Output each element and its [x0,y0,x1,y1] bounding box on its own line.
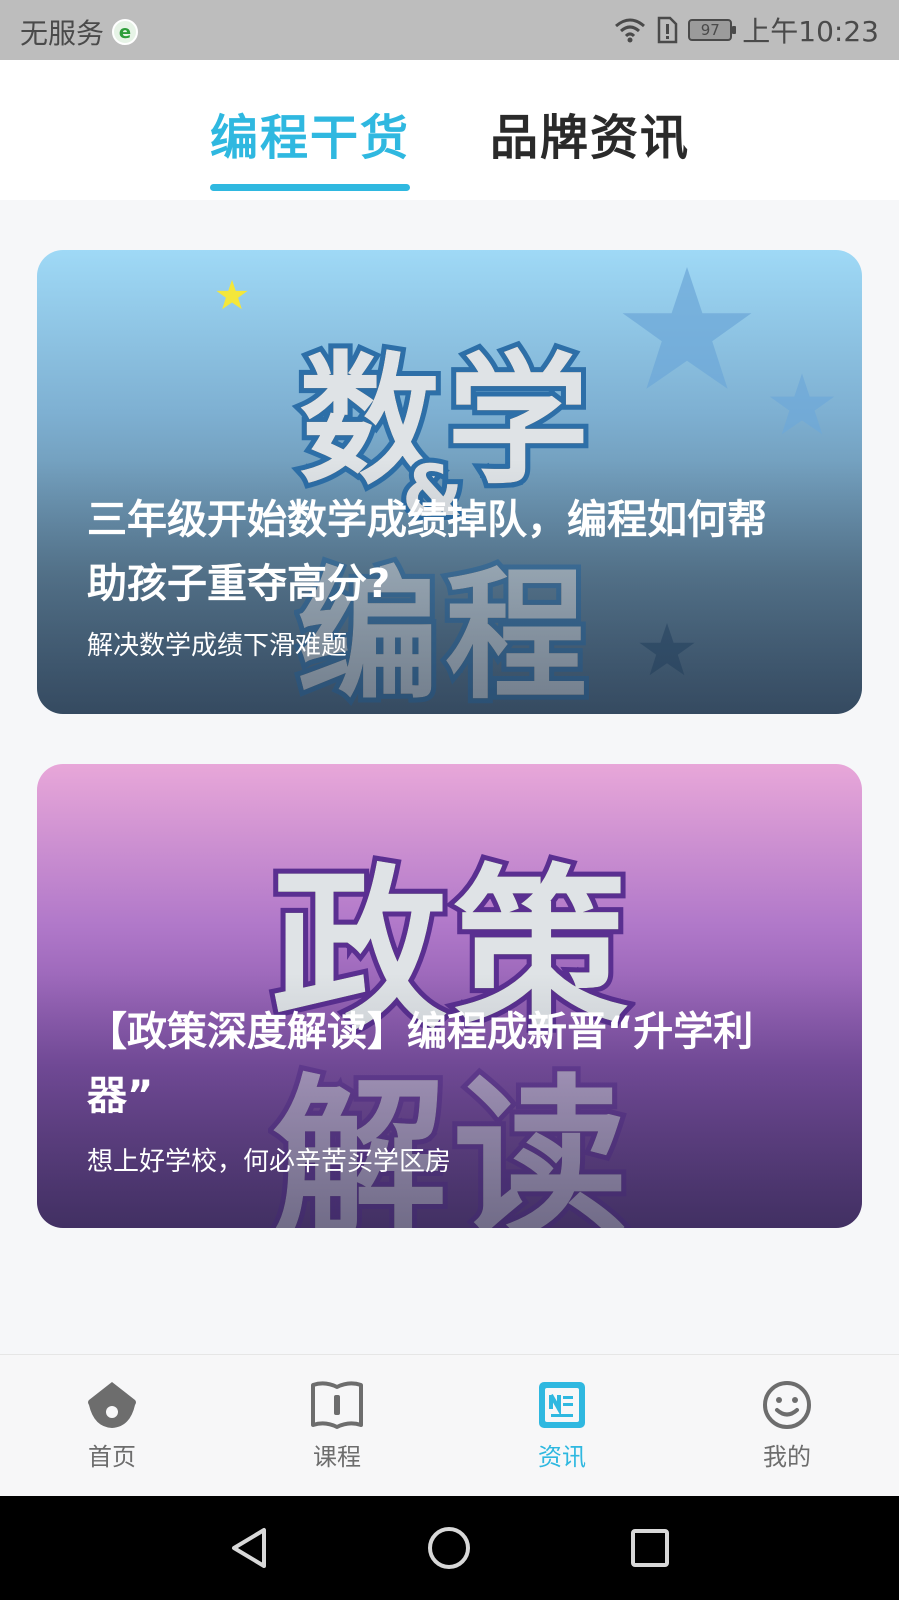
article-subtitle: 解决数学成绩下滑难题 [87,631,348,661]
battery-icon: 97 [688,19,737,41]
nav-item-label: 课程 [313,1443,361,1471]
wifi-icon [615,18,646,43]
status-left: 无服务 e [20,12,139,52]
article-title: 【政策深度解读】编程成新晋“升学利器” [87,1009,754,1119]
top-tab-bar: 编程干货 品牌资讯 [0,60,899,200]
carrier-badge-icon: e [112,19,139,45]
book-icon [311,1381,363,1429]
nav-item-label: 首页 [88,1443,136,1471]
tab-programming-tips[interactable]: 编程干货 [210,98,410,168]
sim-alert-icon [658,16,678,44]
nav-item-me[interactable]: 我的 [727,1379,847,1472]
article-title: 三年级开始数学成绩掉队，编程如何帮助孩子重夺高分? [87,497,767,607]
status-time: 上午10:23 [742,15,879,48]
status-bar: 无服务 e 97 上午10:23 [0,0,899,60]
home-icon [88,1382,136,1428]
active-tab-indicator [210,184,410,191]
article-card[interactable]: 数学 & 编程 三年级开始数学成绩掉队，编程如何帮助孩子重夺高分? 解决数学成绩… [37,250,862,714]
article-card[interactable]: 政策 解读 【政策深度解读】编程成新晋“升学利器” 想上好学校，何必辛苦买学区房 [37,764,862,1228]
article-subtitle: 想上好学校，何必辛苦买学区房 [87,1147,452,1177]
nav-item-news[interactable]: 资讯 [502,1379,622,1472]
status-right: 97 上午10:23 [614,10,879,50]
system-nav-bar [0,1496,899,1600]
nav-item-label: 资讯 [538,1443,586,1471]
smiley-icon [763,1381,811,1429]
back-icon[interactable] [228,1526,272,1570]
tab-brand-news[interactable]: 品牌资讯 [490,98,690,168]
bottom-nav: 首页 课程 资讯 我的 [0,1354,899,1497]
home-button-icon[interactable] [427,1526,471,1570]
nav-item-home[interactable]: 首页 [52,1379,172,1472]
nav-item-courses[interactable]: 课程 [277,1379,397,1472]
news-icon [539,1382,585,1428]
nav-item-label: 我的 [763,1443,811,1471]
carrier-label: 无服务 [20,17,105,50]
recents-icon[interactable] [628,1526,672,1570]
